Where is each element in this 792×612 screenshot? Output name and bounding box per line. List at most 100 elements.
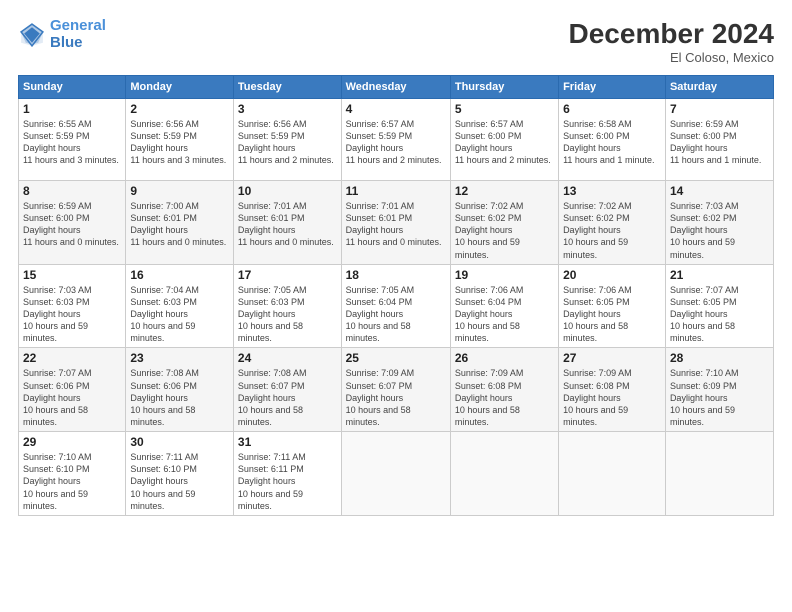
logo-general: General: [50, 17, 106, 34]
day-number: 29: [23, 435, 121, 449]
day-number: 19: [455, 268, 554, 282]
table-row: 3 Sunrise: 6:56 AM Sunset: 5:59 PM Dayli…: [233, 99, 341, 181]
day-info: Sunrise: 7:07 AM Sunset: 6:05 PM Dayligh…: [670, 284, 769, 345]
table-row: [665, 432, 773, 516]
day-number: 2: [130, 102, 229, 116]
day-number: 21: [670, 268, 769, 282]
day-number: 1: [23, 102, 121, 116]
day-number: 12: [455, 184, 554, 198]
day-info: Sunrise: 7:00 AM Sunset: 6:01 PM Dayligh…: [130, 200, 229, 249]
day-number: 11: [346, 184, 446, 198]
day-number: 28: [670, 351, 769, 365]
day-number: 7: [670, 102, 769, 116]
table-row: 5 Sunrise: 6:57 AM Sunset: 6:00 PM Dayli…: [450, 99, 558, 181]
day-number: 9: [130, 184, 229, 198]
table-row: 25 Sunrise: 7:09 AM Sunset: 6:07 PM Dayl…: [341, 348, 450, 432]
day-info: Sunrise: 7:09 AM Sunset: 6:08 PM Dayligh…: [563, 367, 661, 428]
day-info: Sunrise: 7:04 AM Sunset: 6:03 PM Dayligh…: [130, 284, 229, 345]
table-row: 14 Sunrise: 7:03 AM Sunset: 6:02 PM Dayl…: [665, 181, 773, 265]
table-row: 8 Sunrise: 6:59 AM Sunset: 6:00 PM Dayli…: [19, 181, 126, 265]
table-row: 29 Sunrise: 7:10 AM Sunset: 6:10 PM Dayl…: [19, 432, 126, 516]
day-number: 4: [346, 102, 446, 116]
day-info: Sunrise: 7:10 AM Sunset: 6:10 PM Dayligh…: [23, 451, 121, 512]
table-row: 2 Sunrise: 6:56 AM Sunset: 5:59 PM Dayli…: [126, 99, 234, 181]
day-info: Sunrise: 7:11 AM Sunset: 6:10 PM Dayligh…: [130, 451, 229, 512]
month-title: December 2024: [569, 18, 774, 50]
day-info: Sunrise: 7:08 AM Sunset: 6:06 PM Dayligh…: [130, 367, 229, 428]
table-row: 11 Sunrise: 7:01 AM Sunset: 6:01 PM Dayl…: [341, 181, 450, 265]
day-number: 26: [455, 351, 554, 365]
title-block: December 2024 El Coloso, Mexico: [569, 18, 774, 65]
day-number: 6: [563, 102, 661, 116]
table-row: [341, 432, 450, 516]
day-number: 27: [563, 351, 661, 365]
table-row: 28 Sunrise: 7:10 AM Sunset: 6:09 PM Dayl…: [665, 348, 773, 432]
table-row: 18 Sunrise: 7:05 AM Sunset: 6:04 PM Dayl…: [341, 264, 450, 348]
table-row: 15 Sunrise: 7:03 AM Sunset: 6:03 PM Dayl…: [19, 264, 126, 348]
day-number: 24: [238, 351, 337, 365]
day-info: Sunrise: 7:09 AM Sunset: 6:07 PM Dayligh…: [346, 367, 446, 428]
day-info: Sunrise: 7:03 AM Sunset: 6:02 PM Dayligh…: [670, 200, 769, 261]
logo-text: General Blue: [50, 18, 106, 51]
day-info: Sunrise: 7:02 AM Sunset: 6:02 PM Dayligh…: [455, 200, 554, 261]
table-row: 19 Sunrise: 7:06 AM Sunset: 6:04 PM Dayl…: [450, 264, 558, 348]
day-info: Sunrise: 6:59 AM Sunset: 6:00 PM Dayligh…: [670, 118, 769, 167]
table-row: [559, 432, 666, 516]
day-info: Sunrise: 6:59 AM Sunset: 6:00 PM Dayligh…: [23, 200, 121, 249]
calendar-week-row: 8 Sunrise: 6:59 AM Sunset: 6:00 PM Dayli…: [19, 181, 774, 265]
table-row: 1 Sunrise: 6:55 AM Sunset: 5:59 PM Dayli…: [19, 99, 126, 181]
calendar-week-row: 29 Sunrise: 7:10 AM Sunset: 6:10 PM Dayl…: [19, 432, 774, 516]
logo-blue: Blue: [50, 35, 106, 52]
day-info: Sunrise: 7:03 AM Sunset: 6:03 PM Dayligh…: [23, 284, 121, 345]
day-info: Sunrise: 7:10 AM Sunset: 6:09 PM Dayligh…: [670, 367, 769, 428]
table-row: 4 Sunrise: 6:57 AM Sunset: 5:59 PM Dayli…: [341, 99, 450, 181]
header: General Blue December 2024 El Coloso, Me…: [18, 18, 774, 65]
calendar-week-row: 22 Sunrise: 7:07 AM Sunset: 6:06 PM Dayl…: [19, 348, 774, 432]
day-number: 10: [238, 184, 337, 198]
day-number: 15: [23, 268, 121, 282]
calendar-week-row: 1 Sunrise: 6:55 AM Sunset: 5:59 PM Dayli…: [19, 99, 774, 181]
table-row: [450, 432, 558, 516]
day-info: Sunrise: 6:57 AM Sunset: 6:00 PM Dayligh…: [455, 118, 554, 167]
table-row: 17 Sunrise: 7:05 AM Sunset: 6:03 PM Dayl…: [233, 264, 341, 348]
day-info: Sunrise: 7:11 AM Sunset: 6:11 PM Dayligh…: [238, 451, 337, 512]
day-number: 30: [130, 435, 229, 449]
logo-icon: [18, 21, 46, 49]
logo: General Blue: [18, 18, 106, 51]
col-monday: Monday: [126, 76, 234, 99]
day-number: 16: [130, 268, 229, 282]
day-number: 23: [130, 351, 229, 365]
day-info: Sunrise: 7:01 AM Sunset: 6:01 PM Dayligh…: [238, 200, 337, 249]
day-info: Sunrise: 7:02 AM Sunset: 6:02 PM Dayligh…: [563, 200, 661, 261]
col-saturday: Saturday: [665, 76, 773, 99]
day-info: Sunrise: 6:56 AM Sunset: 5:59 PM Dayligh…: [238, 118, 337, 167]
table-row: 9 Sunrise: 7:00 AM Sunset: 6:01 PM Dayli…: [126, 181, 234, 265]
table-row: 31 Sunrise: 7:11 AM Sunset: 6:11 PM Dayl…: [233, 432, 341, 516]
calendar-header-row: Sunday Monday Tuesday Wednesday Thursday…: [19, 76, 774, 99]
calendar-week-row: 15 Sunrise: 7:03 AM Sunset: 6:03 PM Dayl…: [19, 264, 774, 348]
day-info: Sunrise: 6:58 AM Sunset: 6:00 PM Dayligh…: [563, 118, 661, 167]
day-number: 3: [238, 102, 337, 116]
col-wednesday: Wednesday: [341, 76, 450, 99]
day-number: 14: [670, 184, 769, 198]
day-info: Sunrise: 6:57 AM Sunset: 5:59 PM Dayligh…: [346, 118, 446, 167]
day-number: 5: [455, 102, 554, 116]
day-info: Sunrise: 7:07 AM Sunset: 6:06 PM Dayligh…: [23, 367, 121, 428]
col-sunday: Sunday: [19, 76, 126, 99]
table-row: 26 Sunrise: 7:09 AM Sunset: 6:08 PM Dayl…: [450, 348, 558, 432]
day-info: Sunrise: 7:08 AM Sunset: 6:07 PM Dayligh…: [238, 367, 337, 428]
day-number: 22: [23, 351, 121, 365]
day-info: Sunrise: 6:55 AM Sunset: 5:59 PM Dayligh…: [23, 118, 121, 167]
day-info: Sunrise: 7:05 AM Sunset: 6:04 PM Dayligh…: [346, 284, 446, 345]
day-info: Sunrise: 7:05 AM Sunset: 6:03 PM Dayligh…: [238, 284, 337, 345]
table-row: 16 Sunrise: 7:04 AM Sunset: 6:03 PM Dayl…: [126, 264, 234, 348]
location: El Coloso, Mexico: [569, 50, 774, 65]
day-info: Sunrise: 7:06 AM Sunset: 6:05 PM Dayligh…: [563, 284, 661, 345]
day-number: 20: [563, 268, 661, 282]
day-info: Sunrise: 6:56 AM Sunset: 5:59 PM Dayligh…: [130, 118, 229, 167]
day-info: Sunrise: 7:06 AM Sunset: 6:04 PM Dayligh…: [455, 284, 554, 345]
day-number: 8: [23, 184, 121, 198]
table-row: 20 Sunrise: 7:06 AM Sunset: 6:05 PM Dayl…: [559, 264, 666, 348]
table-row: 24 Sunrise: 7:08 AM Sunset: 6:07 PM Dayl…: [233, 348, 341, 432]
table-row: 10 Sunrise: 7:01 AM Sunset: 6:01 PM Dayl…: [233, 181, 341, 265]
